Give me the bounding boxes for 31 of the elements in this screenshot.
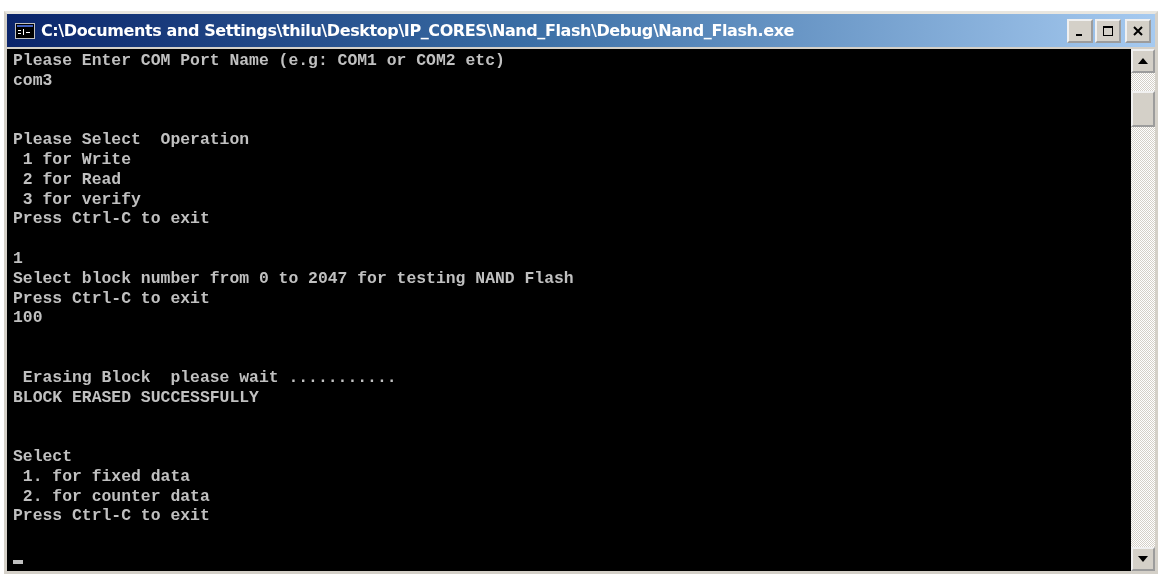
console-line: 2 for Read bbox=[21, 169, 123, 190]
console-line: Erasing Block please wait ........... bbox=[21, 367, 398, 388]
console-line: Press Ctrl-C to exit bbox=[13, 288, 211, 309]
console-line: Press Ctrl-C to exit bbox=[13, 506, 211, 527]
vertical-scrollbar[interactable] bbox=[1131, 49, 1155, 571]
console-line: Press Ctrl-C to exit bbox=[13, 209, 211, 230]
maximize-icon bbox=[1103, 25, 1113, 36]
console-icon bbox=[15, 22, 35, 39]
console-line: Please Enter COM Port Name (e.g: COM1 or COM2 etc) bbox=[13, 51, 506, 71]
close-icon bbox=[1133, 25, 1143, 36]
scrollbar-thumb[interactable] bbox=[1131, 91, 1155, 127]
console-line: com3 bbox=[13, 70, 54, 91]
console-line: 1 bbox=[13, 248, 24, 269]
scroll-down-button[interactable] bbox=[1131, 547, 1155, 571]
console-line: 1 for Write bbox=[21, 150, 133, 170]
minimize-icon bbox=[1075, 33, 1082, 36]
console-line: BLOCK ERASED SUCCESSFULLY bbox=[13, 387, 260, 408]
text-cursor bbox=[13, 559, 23, 564]
console-line: 1. for fixed data bbox=[21, 466, 192, 487]
maximize-button[interactable] bbox=[1095, 18, 1121, 43]
down-arrow-icon bbox=[1138, 556, 1148, 562]
close-button[interactable] bbox=[1125, 18, 1151, 43]
console-line: 100 bbox=[13, 308, 44, 329]
console-line: Select block number from 0 to 2047 for testing NAND Flash bbox=[13, 268, 575, 289]
console-line: Please Select Operation bbox=[13, 130, 251, 150]
window-title: C:\Documents and Settings\thilu\Desktop\IP_CORES\Nand_Flash\Debug\Nand_Flash.exe bbox=[41, 21, 796, 40]
console-line: Select bbox=[13, 446, 74, 467]
scroll-up-button[interactable] bbox=[1131, 49, 1155, 73]
console-line: 3 for verify bbox=[21, 189, 142, 210]
up-arrow-icon bbox=[1138, 58, 1148, 64]
console-line: 2. for counter data bbox=[21, 486, 211, 507]
